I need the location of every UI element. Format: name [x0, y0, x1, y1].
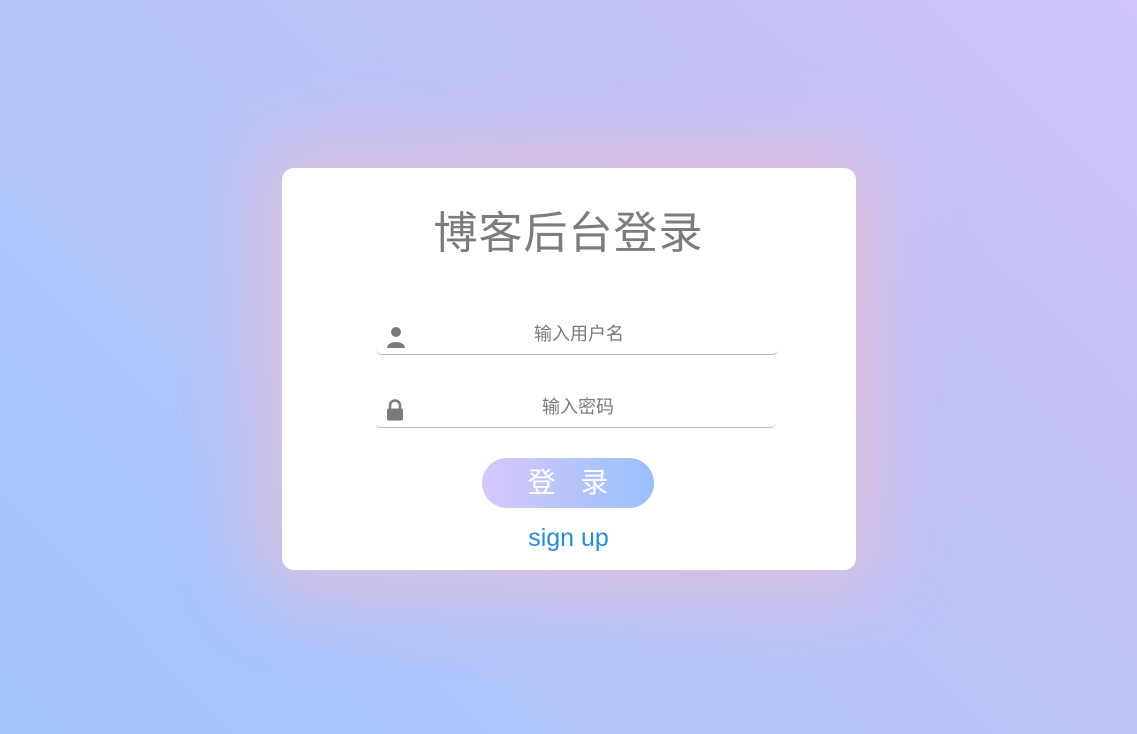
login-button[interactable]: 登 录: [482, 458, 654, 508]
lock-icon: [387, 399, 403, 421]
signup-link[interactable]: sign up: [0, 520, 1137, 556]
password-input[interactable]: [411, 387, 745, 427]
username-input[interactable]: [412, 314, 746, 354]
login-title: 博客后台登录: [433, 208, 704, 259]
username-field[interactable]: [376, 314, 778, 355]
user-icon: [387, 327, 405, 348]
password-field[interactable]: [375, 387, 776, 428]
